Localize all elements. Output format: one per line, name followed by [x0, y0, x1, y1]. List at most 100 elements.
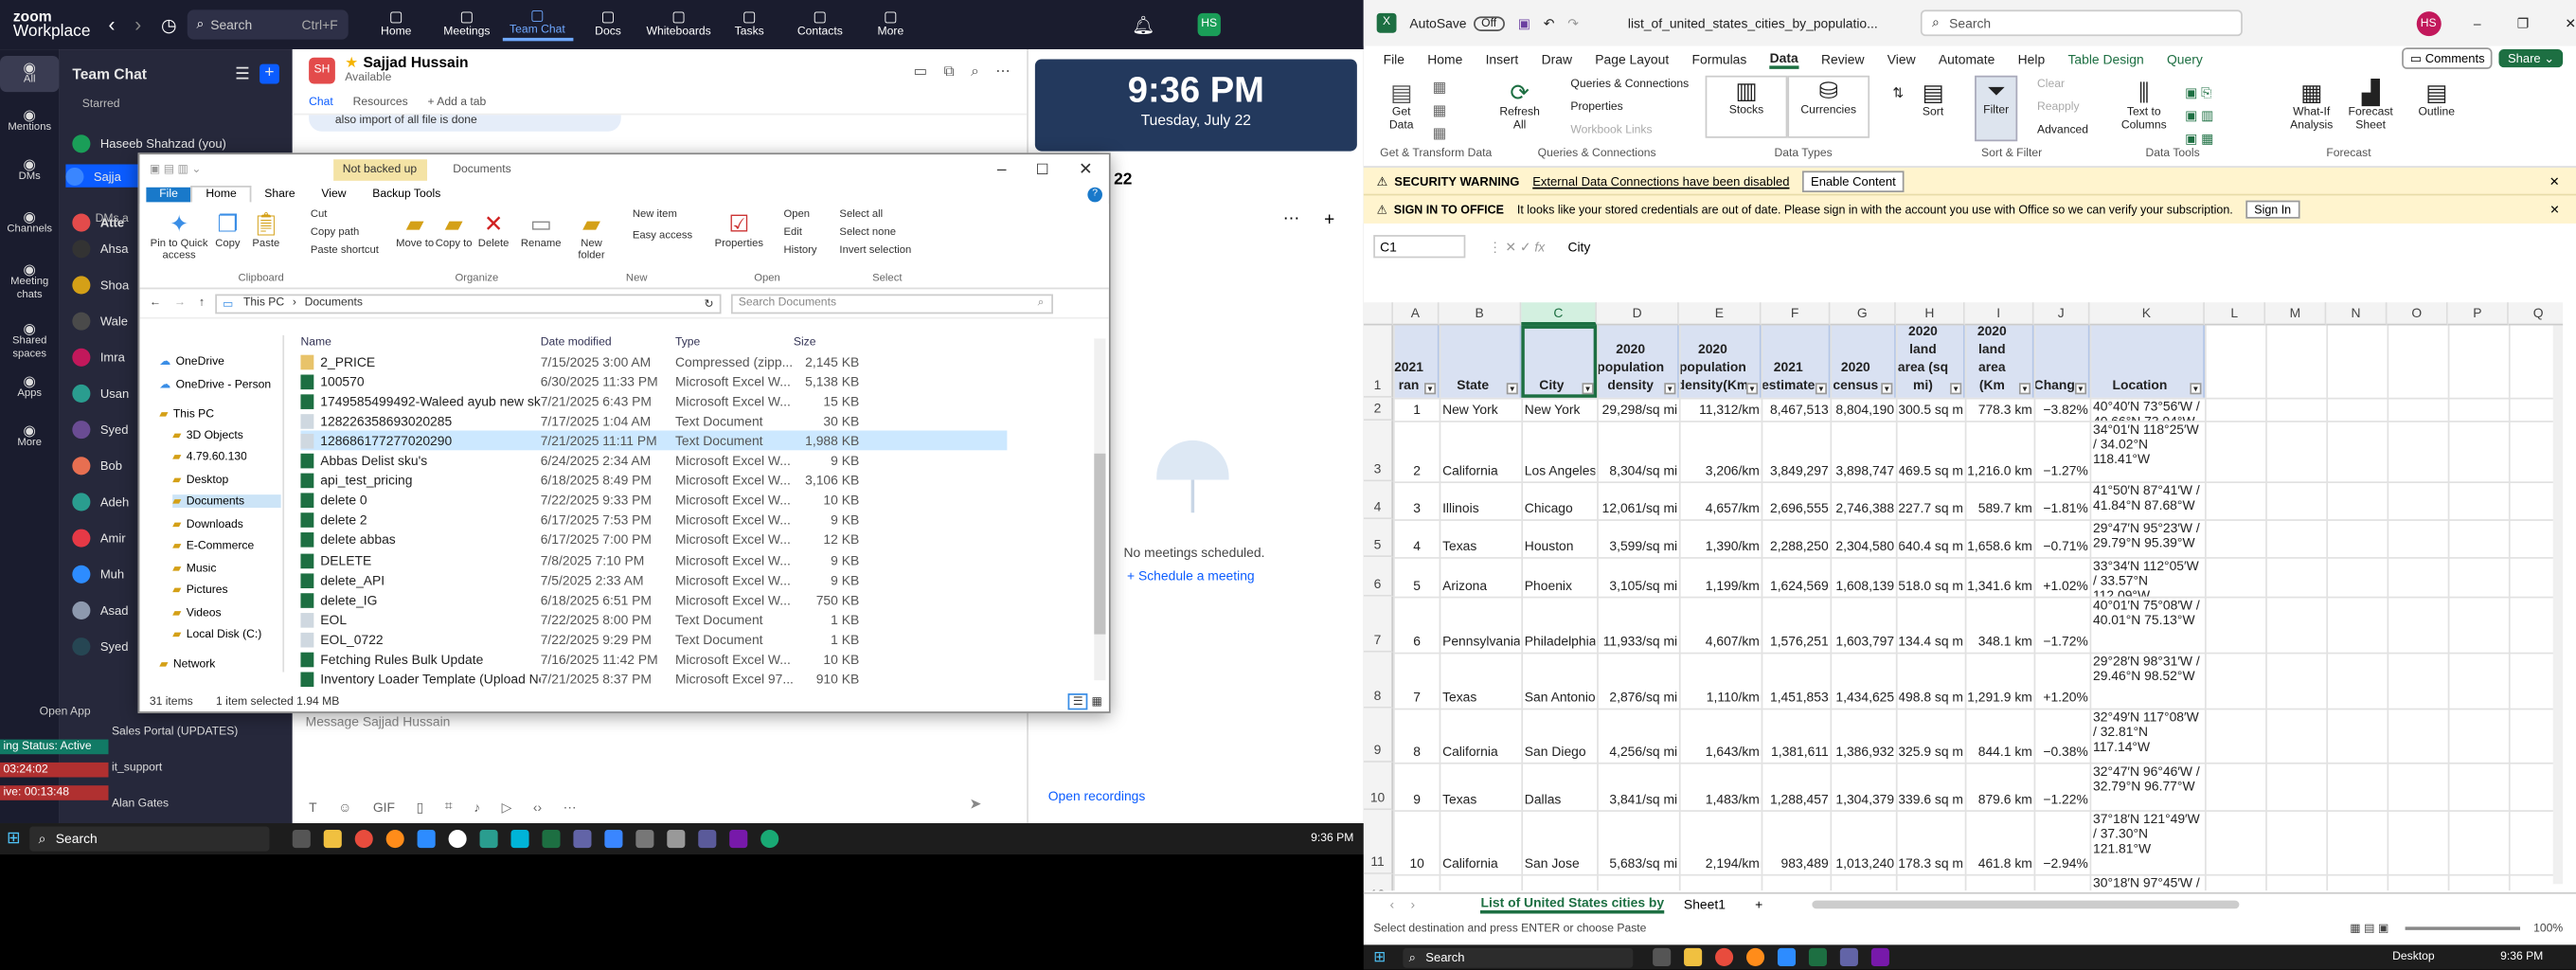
menu-review[interactable]: Review: [1821, 52, 1865, 67]
copy-button[interactable]: ❐ Copy: [215, 210, 240, 250]
minimize-button[interactable]: –: [997, 160, 1007, 178]
table-cell[interactable]: 1,341.6 km: [1968, 557, 2032, 597]
format-icon[interactable]: T: [309, 799, 316, 815]
column-header[interactable]: A: [1393, 302, 1440, 326]
nav-item[interactable]: ▰ Pictures: [172, 584, 280, 597]
row-header[interactable]: 8: [1363, 652, 1394, 709]
sign-in-button[interactable]: Sign In: [2245, 200, 2299, 219]
file-row[interactable]: EOL 7/22/2025 8:00 PM Text Document 1 KB: [300, 610, 1007, 630]
file-row[interactable]: 1749585499492-Waleed ayub new skus(A...7…: [300, 391, 1007, 411]
outline-button[interactable]: ▤ Outline: [2418, 79, 2454, 118]
select-all-corner[interactable]: [1363, 302, 1394, 326]
chrome-icon[interactable]: [1714, 947, 1733, 967]
table-cell[interactable]: 3: [1396, 481, 1437, 519]
folder-icon[interactable]: [324, 830, 343, 849]
table-cell[interactable]: San Diego: [1525, 709, 1596, 763]
rail-meeting-chats[interactable]: ◉ Meeting chats: [0, 262, 59, 303]
table-cell[interactable]: 778.3 km: [1968, 398, 2032, 421]
add-sheet-icon[interactable]: +: [1755, 897, 1762, 912]
nav-item[interactable]: ☁ OneDrive - Person: [159, 378, 280, 391]
menu-draw[interactable]: Draw: [1542, 52, 1572, 67]
table-cell[interactable]: 29°28′N 98°31′W / 29.46°N 98.52°W: [2093, 653, 2203, 709]
table-cell[interactable]: Pennsylvania: [1442, 597, 1520, 653]
code-icon[interactable]: ‹›: [533, 799, 542, 815]
table-cell[interactable]: 1,483/km: [1682, 763, 1760, 810]
nav-item[interactable]: ▰ This PC: [159, 407, 280, 421]
minimize-button[interactable]: –: [2474, 15, 2481, 30]
invert-selection-button[interactable]: Invert selection: [839, 244, 911, 256]
zoom-level[interactable]: 100%: [2533, 923, 2563, 934]
column-header[interactable]: H: [1895, 302, 1965, 326]
warning-link[interactable]: External Data Connections have been disa…: [1532, 173, 1789, 189]
filter-dropdown-icon[interactable]: ▾: [1815, 383, 1827, 395]
table-cell[interactable]: 461.8 km: [1968, 810, 2032, 874]
table-cell[interactable]: New York: [1442, 398, 1520, 421]
reapply-button[interactable]: Reapply: [2037, 102, 2080, 114]
chat-search-icon[interactable]: ⌕: [971, 62, 979, 80]
table-cell[interactable]: 469.5 sq m: [1899, 421, 1963, 481]
emoji-icon[interactable]: ☺: [338, 799, 351, 815]
table-cell[interactable]: −1.72%: [2037, 597, 2087, 653]
menu-automate[interactable]: Automate: [1939, 52, 1995, 67]
column-header[interactable]: F: [1761, 302, 1831, 326]
close-button[interactable]: ✕: [2565, 15, 2576, 30]
tab-view[interactable]: View: [309, 187, 360, 202]
column-header[interactable]: Q: [2508, 302, 2564, 326]
select-none-button[interactable]: Select none: [839, 226, 896, 238]
refresh-icon[interactable]: ↻: [705, 296, 714, 310]
table-cell[interactable]: +0.24%: [2037, 874, 2087, 890]
table-cell[interactable]: 1,603,797: [1834, 597, 1894, 653]
from-web-icon[interactable]: ▦: [1433, 102, 1447, 120]
col-name[interactable]: Name: [300, 336, 540, 348]
table-cell[interactable]: 1,451,853: [1764, 653, 1829, 709]
recordings-link[interactable]: Open recordings: [1048, 789, 1146, 804]
app-icon[interactable]: [511, 830, 530, 849]
table-cell[interactable]: 300.5 sq m: [1899, 398, 1963, 421]
contact-item[interactable]: Haseeb Shahzad (you): [72, 132, 286, 154]
table-cell[interactable]: 11: [1396, 874, 1437, 890]
table-cell[interactable]: 983,489: [1764, 810, 1829, 874]
get-data-button[interactable]: ▤ Get Data: [1380, 79, 1422, 133]
table-cell[interactable]: 348.1 km: [1968, 597, 2032, 653]
table-cell[interactable]: 1,013,240: [1834, 810, 1894, 874]
table-cell[interactable]: 964,177: [1764, 874, 1829, 890]
spreadsheet-grid[interactable]: ABCDEFGHIJKLMNOPQ1234567891011122021 ran…: [1363, 302, 2564, 891]
column-header[interactable]: N: [2326, 302, 2388, 326]
refresh-all-button[interactable]: ⟳ Refresh All: [1498, 79, 1541, 133]
sort-az-icon[interactable]: ⇅: [1892, 85, 1904, 100]
table-cell[interactable]: New York: [1525, 398, 1596, 421]
menu-page-layout[interactable]: Page Layout: [1595, 52, 1669, 67]
row-header[interactable]: 2: [1363, 397, 1394, 422]
next-sheet-icon[interactable]: ›: [1411, 897, 1416, 912]
file-row[interactable]: api_test_pricing 6/18/2025 8:49 PM Microso…: [300, 471, 1007, 491]
table-cell[interactable]: 12,061/sq mi: [1601, 481, 1677, 519]
delete-button[interactable]: ✕ Delete: [478, 210, 510, 250]
table-cell[interactable]: 5: [1396, 557, 1437, 597]
table-cell[interactable]: Phoenix: [1525, 557, 1596, 597]
nav-item[interactable]: ▰ Downloads: [172, 517, 280, 530]
table-cell[interactable]: 879.6 km: [1968, 763, 2032, 810]
table-header-cell[interactable]: 2020 census ▾: [1830, 325, 1896, 398]
folder-icon[interactable]: [1683, 947, 1702, 967]
windows-icon[interactable]: ⊞: [7, 830, 21, 848]
share-button[interactable]: Share ⌄: [2499, 49, 2563, 68]
table-cell[interactable]: 9: [1396, 763, 1437, 810]
onenote-icon[interactable]: [1870, 947, 1889, 967]
table-cell[interactable]: 1,434,625: [1834, 653, 1894, 709]
column-header[interactable]: M: [2265, 302, 2327, 326]
table-cell[interactable]: 32°49′N 117°08′W / 32.81°N 117.14°W: [2093, 709, 2203, 763]
copy-path-button[interactable]: Copy path: [311, 226, 359, 238]
table-cell[interactable]: 11,312/km: [1682, 398, 1760, 421]
channel-item[interactable]: it_support: [112, 763, 162, 774]
table-cell[interactable]: 1,216.0 km: [1968, 421, 2032, 481]
table-cell[interactable]: 828.5 km: [1968, 874, 2032, 890]
table-cell[interactable]: Illinois: [1442, 481, 1520, 519]
restore-button[interactable]: ❐: [2517, 15, 2529, 30]
column-header[interactable]: K: [2089, 302, 2205, 326]
zoom-icon[interactable]: [1777, 947, 1796, 967]
avatar[interactable]: HS: [1197, 12, 1221, 37]
rail-dms[interactable]: ◉ DMs: [0, 157, 59, 185]
table-cell[interactable]: 33°34′N 112°05′W / 33.57°N 112.09°W: [2093, 557, 2203, 597]
save-icon[interactable]: ▣: [1518, 15, 1530, 30]
windows-icon[interactable]: ⊞: [1373, 948, 1386, 966]
